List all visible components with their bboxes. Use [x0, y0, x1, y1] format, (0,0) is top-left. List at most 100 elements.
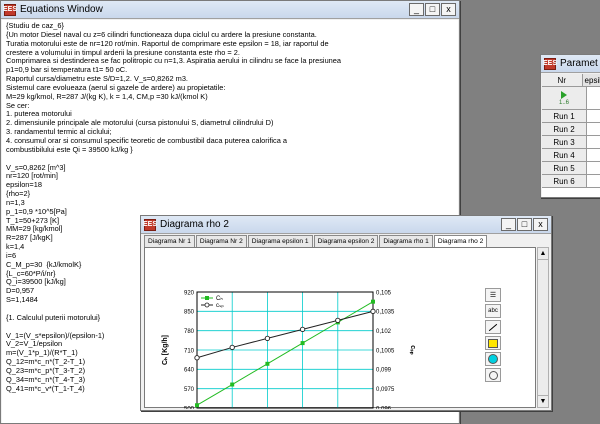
legend-label: cₛₚ	[216, 303, 224, 309]
diagram-tab[interactable]: Diagrama Nr 2	[195, 235, 247, 247]
data-point	[194, 355, 200, 361]
y-left-tick-label: 780	[184, 329, 195, 335]
data-point	[299, 326, 306, 333]
diagram-window-title: Diagrama rho 2	[160, 219, 229, 230]
equation-line: {rho=2}	[6, 189, 31, 199]
y-right-tick-label: 0,105	[376, 290, 392, 296]
text-tool-button[interactable]: abc	[485, 304, 501, 318]
equations-titlebar[interactable]: EES Equations Window _ □ x	[1, 1, 459, 19]
y-right-tick-label: 0,0975	[376, 387, 395, 393]
table-cell[interactable]	[587, 136, 600, 148]
app-logo-icon: EES	[143, 218, 157, 231]
run-rows: Run 1 Run 2 Run 3 Run 4 Run 5 Run 6	[542, 110, 600, 188]
data-point	[195, 403, 199, 408]
table-cell[interactable]	[587, 175, 600, 187]
table-row: Run 2	[542, 123, 600, 136]
legend-marker	[205, 296, 209, 300]
run-label[interactable]: Run 5	[542, 162, 587, 174]
diagram-window: EES Diagrama rho 2 _ □ x Diagrama Nr 1 Di…	[140, 215, 552, 424]
data-point	[229, 344, 235, 351]
chart-svg: 1,71,81,922,12,25000,0965700,09756400,09…	[162, 290, 416, 424]
symbol-tool-button[interactable]	[485, 368, 501, 382]
run-label[interactable]: Run 4	[542, 149, 587, 161]
column-header-epsilon[interactable]: epsil	[583, 74, 600, 86]
diagram-tab[interactable]: Diagrama rho 2	[433, 235, 488, 247]
data-point	[370, 308, 376, 314]
equation-line: Se cer:	[6, 100, 30, 110]
diagram-vertical-scrollbar[interactable]: ▲ ▼	[537, 247, 549, 408]
plot-area[interactable]: 1,71,81,922,12,25000,0965700,09756400,09…	[144, 247, 536, 424]
run-label[interactable]: Run 1	[542, 110, 587, 122]
table-header: Nr epsil	[542, 74, 600, 87]
table-row: Run 3	[542, 136, 600, 149]
y-left-tick-label: 710	[184, 348, 195, 354]
line-icon	[488, 323, 498, 331]
diagram-tab[interactable]: Diagrama epsilon 2	[313, 235, 379, 247]
maximize-button[interactable]: □	[425, 3, 440, 16]
table-cell[interactable]	[587, 123, 600, 135]
run-table-button[interactable]: 1..6	[542, 87, 587, 109]
series-line-1	[196, 310, 374, 359]
parametric-table-window: EES Parametric Ta Nr epsil 1..6 Run 1Run…	[540, 54, 600, 198]
legend-label: Cₕ	[216, 296, 223, 302]
table-row: Run 6	[542, 175, 600, 188]
equation-line: epsilon=18	[6, 180, 42, 190]
equations-window-title: Equations Window	[20, 4, 103, 15]
table-row: Run 5	[542, 162, 600, 175]
legend-marker	[204, 302, 210, 308]
text-icon: abc	[488, 308, 498, 314]
y-right-tick-label: 0,1005	[376, 348, 395, 354]
equation-line: n=1,3	[6, 197, 25, 207]
run-table-row: 1..6	[542, 87, 600, 110]
diagram-tab[interactable]: Diagrama rho 1	[379, 235, 433, 247]
plot-toolbox: ☰ abc	[485, 288, 505, 384]
run-label[interactable]: Run 6	[542, 175, 587, 187]
scroll-up-icon[interactable]: ▲	[538, 248, 548, 260]
parametric-table-titlebar[interactable]: EES Parametric Ta	[541, 55, 600, 73]
rectangle-icon	[488, 338, 498, 348]
minimize-button[interactable]: _	[409, 3, 424, 16]
run-label[interactable]: Run 3	[542, 136, 587, 148]
scroll-down-icon[interactable]: ▼	[538, 395, 548, 407]
app-logo-icon: EES	[3, 3, 17, 16]
diagram-tabs: Diagrama Nr 1 Diagrama Nr 2 Diagrama epsil…	[144, 235, 488, 247]
run-label[interactable]: Run 2	[542, 123, 587, 135]
minimize-button[interactable]: _	[501, 218, 516, 231]
rectangle-tool-button[interactable]	[485, 336, 501, 350]
table-cell[interactable]	[587, 162, 600, 174]
legend-tool-button[interactable]: ☰	[485, 288, 501, 302]
data-point	[265, 361, 270, 366]
data-point	[264, 335, 271, 342]
y-right-tick-label: 0,096	[376, 406, 392, 409]
table-row: Run 4	[542, 149, 600, 162]
maximize-button[interactable]: □	[517, 218, 532, 231]
app-logo-icon: EES	[543, 57, 557, 70]
ellipse-icon	[488, 354, 498, 364]
equation-line: nr=120 [rot/min]	[6, 171, 58, 181]
equation-line	[6, 155, 454, 164]
y-left-tick-label: 850	[184, 310, 195, 316]
line-tool-button[interactable]	[485, 320, 501, 334]
ellipse-tool-button[interactable]	[485, 352, 501, 366]
run-range-label: 1..6	[558, 99, 569, 106]
y-right-axis-label: cₛₚ	[409, 345, 416, 355]
diagram-tab[interactable]: Diagrama epsilon 1	[247, 235, 313, 247]
close-button[interactable]: x	[441, 3, 456, 16]
y-left-tick-label: 500	[184, 406, 195, 409]
diagram-titlebar[interactable]: EES Diagrama rho 2 _ □ x	[141, 216, 551, 234]
close-button[interactable]: x	[533, 218, 548, 231]
table-cell[interactable]	[587, 87, 600, 109]
series-line-0	[196, 301, 374, 406]
parametric-table-grid[interactable]: Nr epsil 1..6 Run 1 Run 2 Run 3 Run 4 Run 5R…	[542, 74, 600, 197]
y-right-tick-label: 0,1035	[376, 310, 395, 316]
table-cell[interactable]	[587, 110, 600, 122]
diagram-tab[interactable]: Diagrama Nr 1	[144, 235, 195, 247]
column-header-nr: Nr	[542, 74, 583, 86]
data-point	[371, 299, 375, 304]
equation-line: combustibilului este Qi = 39500 kJ/kg }	[6, 144, 133, 154]
data-point	[300, 341, 305, 346]
table-cell[interactable]	[587, 149, 600, 161]
y-left-axis-label: Cₕ [Kg/h]	[162, 335, 169, 365]
equation-line: V_s=0,8262 [m^3]	[6, 162, 66, 172]
data-point	[335, 317, 341, 324]
